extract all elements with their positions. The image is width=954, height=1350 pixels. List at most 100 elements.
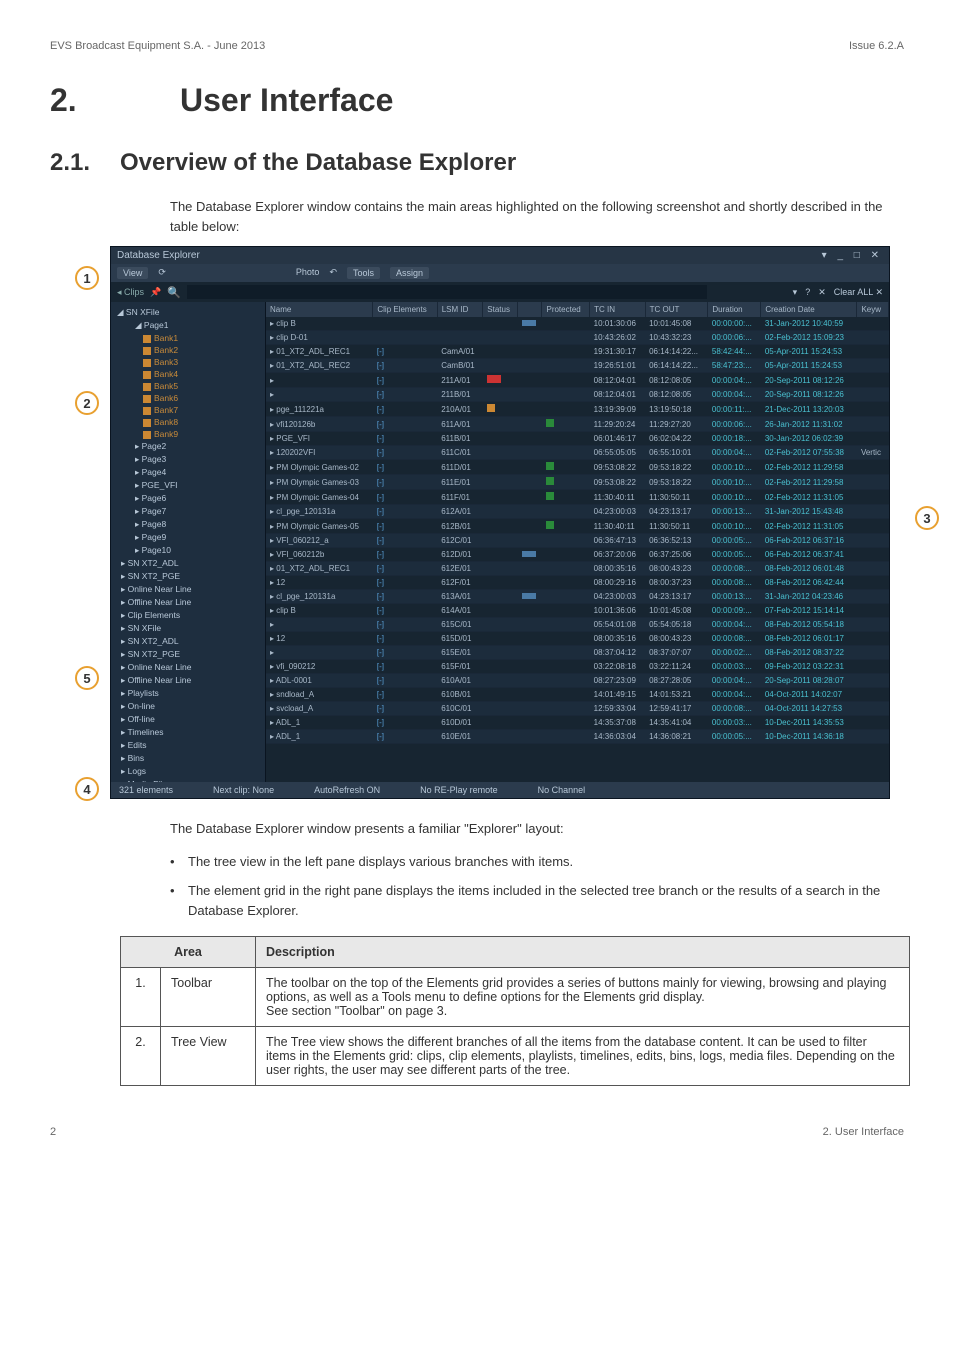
column-header[interactable]	[518, 302, 542, 317]
pin-icon[interactable]: 📌	[150, 287, 161, 298]
tree-item[interactable]: ▸ Clip Elements	[113, 609, 263, 622]
tree-item[interactable]: ▸ Page9	[113, 531, 263, 544]
tree-item[interactable]: Bank1	[113, 332, 263, 344]
tree-item[interactable]: ▸ Page10	[113, 544, 263, 557]
column-header[interactable]: Protected	[542, 302, 590, 317]
table-row[interactable]: ▸ ADL_1[-]610D/0114:35:37:0814:35:41:040…	[266, 716, 889, 730]
table-row[interactable]: ▸ sndload_A[-]610B/0114:01:49:1514:01:53…	[266, 688, 889, 702]
tree-item[interactable]: Bank7	[113, 404, 263, 416]
table-row[interactable]: ▸ svcload_A[-]610C/0112:59:33:0412:59:41…	[266, 702, 889, 716]
tree-item[interactable]: Bank6	[113, 392, 263, 404]
table-row[interactable]: ▸ 01_XT2_ADL_REC1[-]612E/0108:00:35:1608…	[266, 562, 889, 576]
table-row[interactable]: ▸ [-]615C/0105:54:01:0805:54:05:1800:00:…	[266, 618, 889, 632]
tree-item[interactable]: ▸ PGE_VFI	[113, 479, 263, 492]
window-controls[interactable]: ▾ _ □ ✕	[822, 250, 883, 261]
callout-5: 5	[75, 666, 99, 690]
tree-item[interactable]: ▸ Logs	[113, 765, 263, 778]
tree-root[interactable]: ◢ SN XFile	[113, 306, 263, 319]
elements-grid[interactable]: NameClip ElementsLSM IDStatusProtectedTC…	[266, 302, 889, 782]
tree-item[interactable]: Bank9	[113, 428, 263, 440]
table-row[interactable]: ▸ cl_pge_120131a[-]613A/0104:23:00:0304:…	[266, 590, 889, 604]
table-row[interactable]: ▸ PM Olympic Games-04[-]611F/0111:30:40:…	[266, 490, 889, 505]
table-row[interactable]: ▸ vfi120126b[-]611A/0111:29:20:2411:29:2…	[266, 417, 889, 432]
column-header[interactable]: Duration	[708, 302, 761, 317]
tree-item[interactable]: ▸ Page8	[113, 518, 263, 531]
tree-item[interactable]: ▸ Off-line	[113, 713, 263, 726]
clear-all-button[interactable]: Clear ALL ✕	[834, 287, 883, 298]
table-row[interactable]: ▸ 120202VFI[-]611C/0106:55:05:0506:55:10…	[266, 446, 889, 460]
tree-item[interactable]: ▸ Page7	[113, 505, 263, 518]
table-row[interactable]: ▸ clip B[-]614A/0110:01:36:0610:01:45:08…	[266, 604, 889, 618]
table-row[interactable]: ▸ 12[-]612F/0108:00:29:1608:00:37:2300:0…	[266, 576, 889, 590]
table-row[interactable]: ▸ ADL_1[-]610E/0114:36:03:0414:36:08:210…	[266, 730, 889, 744]
refresh-icon[interactable]: ⟳	[158, 267, 166, 279]
table-row[interactable]: ▸ 01_XT2_ADL_REC1[-]CamA/0119:31:30:1706…	[266, 345, 889, 359]
tree-item[interactable]: ▸ Page3	[113, 453, 263, 466]
tree-item[interactable]: ▸ SN XT2_PGE	[113, 570, 263, 583]
tree-item[interactable]: ▸ Edits	[113, 739, 263, 752]
tree-item[interactable]: Bank3	[113, 356, 263, 368]
table-row[interactable]: ▸ PM Olympic Games-05[-]612B/0111:30:40:…	[266, 519, 889, 534]
table-row[interactable]: ▸ PM Olympic Games-03[-]611E/0109:53:08:…	[266, 475, 889, 490]
tree-item[interactable]: ▸ Page2	[113, 440, 263, 453]
tree-item[interactable]: ▸ SN XFile	[113, 622, 263, 635]
tree-item[interactable]: ▸ Offline Near Line	[113, 596, 263, 609]
table-row[interactable]: ▸ [-]211B/0108:12:04:0108:12:08:0500:00:…	[266, 388, 889, 402]
tree-item[interactable]: ▸ Media Files	[113, 778, 263, 782]
status-channel: No Channel	[538, 785, 586, 795]
table-row[interactable]: ▸ clip B10:01:30:0610:01:45:0800:00:00:.…	[266, 317, 889, 331]
tree-item[interactable]: ▸ Offline Near Line	[113, 674, 263, 687]
search-icon[interactable]: 🔍	[167, 286, 181, 299]
tree-item[interactable]: ▸ Page6	[113, 492, 263, 505]
table-row[interactable]: ▸ 01_XT2_ADL_REC2[-]CamB/0119:26:51:0106…	[266, 359, 889, 373]
column-header[interactable]: Name	[266, 302, 373, 317]
table-row[interactable]: ▸ 12[-]615D/0108:00:35:1608:00:43:2300:0…	[266, 632, 889, 646]
tree-item[interactable]: ◢ Page1	[113, 319, 263, 332]
table-row[interactable]: ▸ PGE_VFI[-]611B/0106:01:46:1706:02:04:2…	[266, 432, 889, 446]
tree-item[interactable]: ▸ SN XT2_ADL	[113, 635, 263, 648]
table-row[interactable]: ▸ VFI_060212_a[-]612C/0106:36:47:1306:36…	[266, 534, 889, 548]
undo-icon[interactable]: ↶	[329, 267, 337, 279]
table-row[interactable]: ▸ PM Olympic Games-02[-]611D/0109:53:08:…	[266, 460, 889, 475]
tools-menu[interactable]: Tools	[347, 267, 380, 279]
clips-dropdown[interactable]: ◂ Clips	[117, 287, 144, 298]
tree-item[interactable]: Bank4	[113, 368, 263, 380]
tree-item[interactable]: ▸ SN XT2_ADL	[113, 557, 263, 570]
tree-item[interactable]: ▸ Bins	[113, 752, 263, 765]
table-row[interactable]: ▸ [-]211A/0108:12:04:0108:12:08:0500:00:…	[266, 373, 889, 388]
tree-item[interactable]: ▸ SN XT2_PGE	[113, 648, 263, 661]
table-row[interactable]: ▸ ADL-0001[-]610A/0108:27:23:0908:27:28:…	[266, 674, 889, 688]
tree-item[interactable]: ▸ Timelines	[113, 726, 263, 739]
column-header[interactable]: Keyw	[857, 302, 889, 317]
view-menu[interactable]: View	[117, 267, 148, 279]
tree-item[interactable]: ▸ Online Near Line	[113, 661, 263, 674]
tree-item[interactable]: Bank5	[113, 380, 263, 392]
column-header[interactable]: Clip Elements	[373, 302, 437, 317]
tree-item[interactable]: Bank8	[113, 416, 263, 428]
column-header[interactable]: LSM ID	[437, 302, 483, 317]
tree-item[interactable]: ▸ Page4	[113, 466, 263, 479]
tree-item[interactable]: ▸ On-line	[113, 700, 263, 713]
photo-button[interactable]: Photo	[296, 267, 320, 279]
table-row[interactable]: ▸ clip D-0110:43:26:0210:43:32:2300:00:0…	[266, 331, 889, 345]
column-header[interactable]: TC IN	[590, 302, 645, 317]
status-bar: 321 elements Next clip: None AutoRefresh…	[111, 782, 889, 798]
table-row[interactable]: ▸ pge_111221a[-]210A/0113:19:39:0913:19:…	[266, 402, 889, 417]
tree-view[interactable]: ◢ SN XFile ◢ Page1Bank1Bank2Bank3Bank4Ba…	[111, 302, 266, 782]
column-header[interactable]: TC OUT	[645, 302, 708, 317]
tree-item[interactable]: Bank2	[113, 344, 263, 356]
tree-item[interactable]: ▸ Online Near Line	[113, 583, 263, 596]
help-icon[interactable]: ?	[805, 287, 810, 298]
desc-table-row: 1.ToolbarThe toolbar on the top of the E…	[121, 968, 910, 1027]
column-header[interactable]: Status	[483, 302, 518, 317]
search-input[interactable]	[187, 285, 707, 299]
table-row[interactable]: ▸ VFI_060212b[-]612D/0106:37:20:0606:37:…	[266, 548, 889, 562]
table-row[interactable]: ▸ cl_pge_120131a[-]612A/0104:23:00:0304:…	[266, 505, 889, 519]
tree-item[interactable]: ▸ Playlists	[113, 687, 263, 700]
table-row[interactable]: ▸ vfi_090212[-]615F/0103:22:08:1803:22:1…	[266, 660, 889, 674]
dropdown-icon[interactable]: ▾	[793, 287, 798, 298]
table-row[interactable]: ▸ [-]615E/0108:37:04:1208:37:07:0700:00:…	[266, 646, 889, 660]
column-header[interactable]: Creation Date	[761, 302, 857, 317]
assign-button[interactable]: Assign	[390, 267, 429, 279]
close-search-icon[interactable]: ✕	[818, 287, 826, 298]
